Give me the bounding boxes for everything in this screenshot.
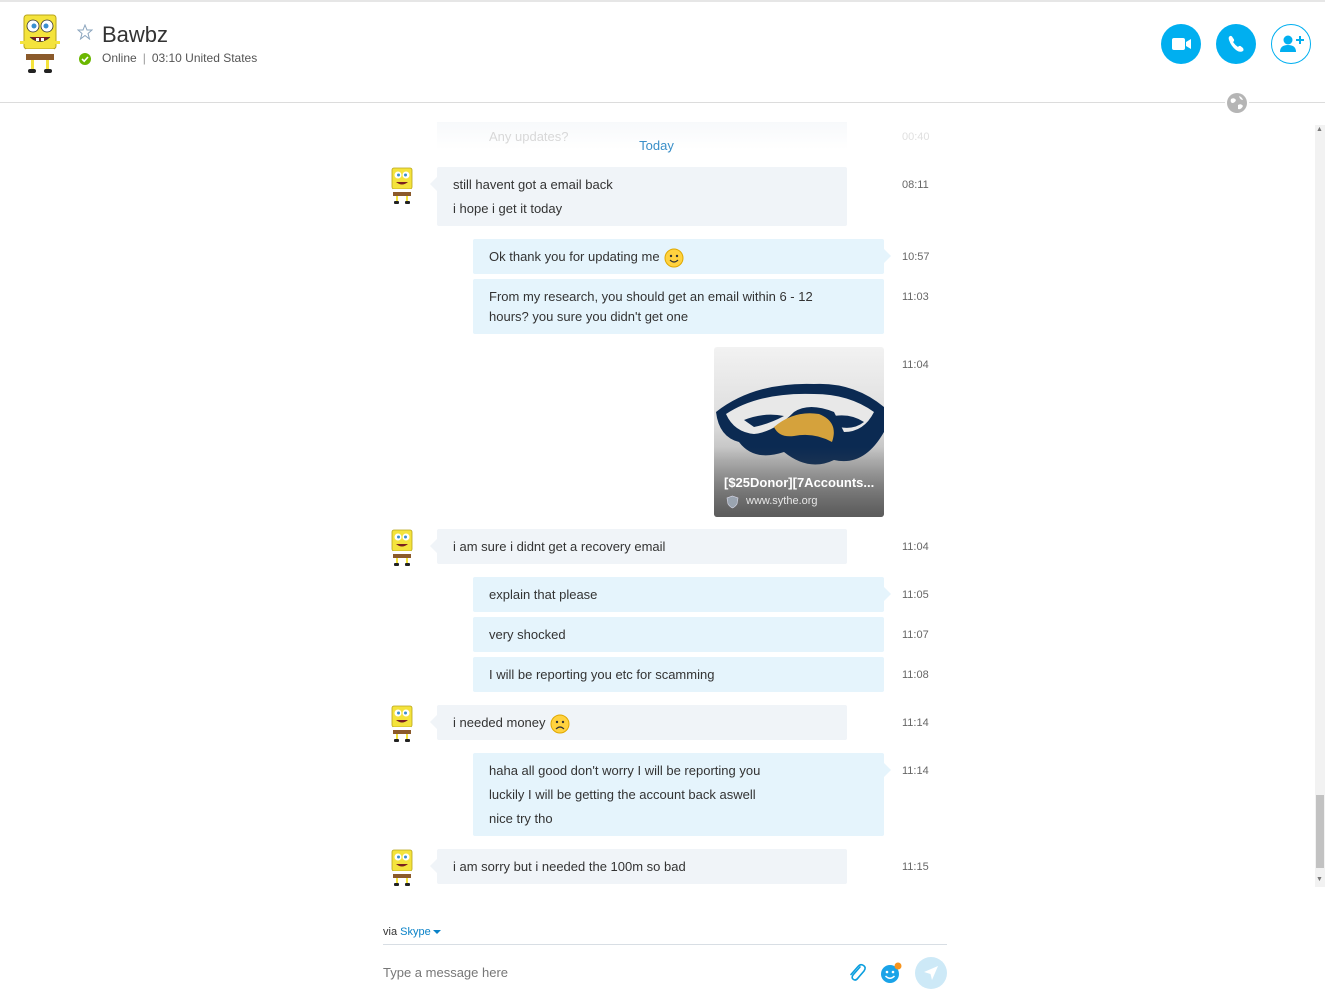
- scrollbar-thumb[interactable]: [1316, 795, 1324, 868]
- message-text: i needed money: [453, 715, 546, 730]
- online-status-icon: [79, 53, 91, 65]
- message-text: i am sorry but i needed the 100m so bad: [453, 859, 686, 874]
- contact-local-time: 03:10 United States: [151, 51, 258, 65]
- message-text: Ok thank you for updating me: [489, 249, 660, 264]
- via-service[interactable]: Skype: [400, 926, 431, 938]
- video-call-icon: [1172, 38, 1191, 50]
- message-timestamp: 11:04: [902, 359, 929, 371]
- incoming-message-bubble[interactable]: still havent got a email back i hope i g…: [430, 167, 847, 226]
- conversation-header: Bawbz Online | 03:10 United States: [0, 2, 1325, 103]
- message-timestamp: 11:07: [902, 629, 929, 641]
- message-text: I will be reporting you etc for scamming: [489, 667, 715, 682]
- message-timestamp: 11:15: [902, 861, 929, 873]
- video-call-button[interactable]: [1161, 24, 1201, 64]
- sender-avatar[interactable]: [388, 705, 416, 743]
- add-contact-icon: [1280, 35, 1304, 52]
- incoming-message-bubble[interactable]: i needed money: [430, 705, 847, 740]
- message-text: nice try tho: [489, 811, 553, 826]
- sender-avatar[interactable]: [388, 167, 416, 205]
- outgoing-message-bubble[interactable]: explain that please: [473, 577, 891, 612]
- incoming-message-bubble[interactable]: i am sorry but i needed the 100m so bad: [430, 849, 847, 884]
- message-timestamp: 08:11: [902, 179, 929, 191]
- scroll-down-arrow-icon[interactable]: ▼: [1316, 876, 1323, 883]
- message-text: very shocked: [489, 627, 566, 642]
- message-timestamp: 10:57: [902, 251, 930, 263]
- attach-icon[interactable]: [847, 962, 867, 984]
- message-timestamp: 11:04: [902, 541, 929, 553]
- outgoing-message-bubble[interactable]: From my research, you should get an emai…: [473, 279, 884, 334]
- chevron-down-icon[interactable]: [433, 930, 441, 934]
- link-preview-title: [$25Donor][7Accounts...: [724, 475, 875, 490]
- incoming-message-bubble[interactable]: i am sure i didnt get a recovery email: [430, 529, 847, 564]
- globe-icon[interactable]: [1225, 91, 1249, 115]
- link-preview-url: www.sythe.org: [746, 495, 818, 507]
- link-preview-card[interactable]: [$25Donor][7Accounts... www.sythe.org: [714, 347, 884, 517]
- message-text: hours? you sure you didn't get one: [489, 309, 689, 324]
- outgoing-message-bubble[interactable]: Ok thank you for updating me: [473, 239, 891, 274]
- message-text: explain that please: [489, 587, 598, 602]
- sad-emoticon-icon: [550, 714, 570, 734]
- sender-avatar[interactable]: [388, 849, 416, 887]
- via-label: via: [383, 926, 398, 938]
- presence-status: Online: [102, 51, 137, 65]
- message-text: From my research, you should get an emai…: [489, 289, 813, 304]
- contact-avatar[interactable]: [18, 13, 62, 75]
- scroll-up-arrow-icon[interactable]: ▲: [1316, 126, 1323, 133]
- outgoing-message-bubble[interactable]: haha all good don't worry I will be repo…: [473, 753, 891, 836]
- day-divider: Today: [639, 138, 674, 153]
- message-text: i hope i get it today: [453, 201, 563, 216]
- message-timestamp: 11:14: [902, 765, 929, 777]
- favorite-star-icon[interactable]: [77, 24, 93, 40]
- audio-call-button[interactable]: [1216, 24, 1256, 64]
- presence-info: Online | 03:10 United States: [102, 51, 258, 65]
- contact-name[interactable]: Bawbz: [102, 22, 168, 48]
- chat-scrollbar[interactable]: [1315, 125, 1325, 887]
- message-input[interactable]: [383, 958, 833, 986]
- emoji-icon[interactable]: [879, 961, 903, 985]
- phone-icon: [1228, 35, 1244, 52]
- send-button[interactable]: [915, 957, 947, 989]
- add-people-button[interactable]: [1271, 24, 1311, 64]
- message-timestamp: 11:08: [902, 669, 929, 681]
- message-timestamp: 11:05: [902, 589, 929, 601]
- message-text: haha all good don't worry I will be repo…: [489, 763, 761, 778]
- message-text: luckily I will be getting the account ba…: [489, 787, 756, 802]
- send-icon: [924, 966, 938, 980]
- send-via-selector[interactable]: via Skype: [383, 926, 431, 938]
- smile-emoticon-icon: [664, 248, 684, 268]
- sender-avatar[interactable]: [388, 529, 416, 567]
- message-text: i am sure i didnt get a recovery email: [453, 539, 666, 554]
- site-shield-icon: [726, 495, 739, 509]
- message-timestamp: 11:03: [902, 291, 929, 303]
- outgoing-message-bubble[interactable]: very shocked: [473, 617, 884, 652]
- compose-divider: [383, 944, 947, 945]
- outgoing-message-bubble[interactable]: I will be reporting you etc for scamming: [473, 657, 884, 692]
- message-timestamp: 11:14: [902, 717, 929, 729]
- message-text: still havent got a email back: [453, 177, 613, 192]
